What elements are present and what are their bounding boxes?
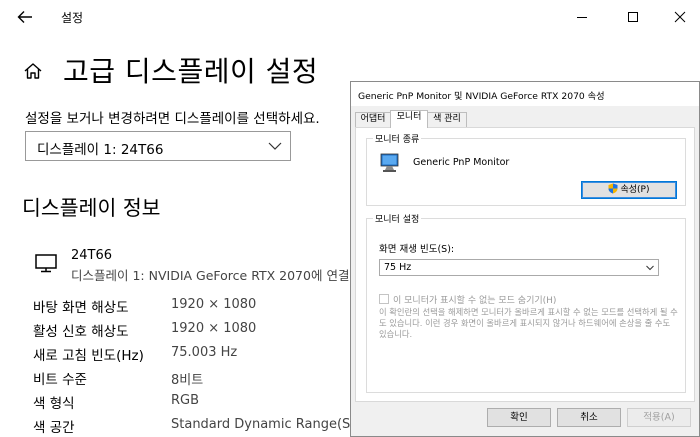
select-display-prompt: 설정을 보거나 변경하려면 디스플레이를 선택하세요. — [25, 111, 320, 127]
maximize-icon[interactable] — [622, 6, 644, 28]
hide-modes-checkbox[interactable] — [379, 294, 389, 304]
display-select-value: 디스플레이 1: 24T66 — [37, 142, 164, 158]
hide-modes-label: 이 모니터가 표시할 수 없는 모드 숨기기(H) — [393, 296, 557, 306]
ok-button[interactable]: 확인 — [487, 408, 551, 427]
cancel-button[interactable]: 취소 — [557, 408, 621, 427]
monitor-properties-dialog: Generic PnP Monitor 및 NVIDIA GeForce RTX… — [350, 81, 700, 437]
uac-shield-icon — [608, 183, 618, 194]
refresh-rate-select[interactable]: 75 Hz — [379, 259, 659, 276]
desktop-resolution-label: 바탕 화면 해상도 — [33, 300, 129, 316]
dialog-title: Generic PnP Monitor 및 NVIDIA GeForce RTX… — [358, 91, 605, 102]
back-arrow-icon[interactable] — [14, 6, 36, 28]
properties-button-label: 속성(P) — [620, 185, 650, 195]
pnp-monitor-icon — [380, 153, 399, 172]
display-select[interactable]: 디스플레이 1: 24T66 — [25, 131, 291, 161]
monitor-type-group-title: 모니터 종류 — [373, 132, 422, 145]
properties-button[interactable]: 속성(P) — [581, 181, 677, 199]
monitor-icon — [35, 254, 57, 273]
color-format-value: RGB — [171, 393, 200, 408]
refresh-rate-select-label: 화면 재생 빈도(S): — [379, 244, 455, 255]
color-space-value: Standard Dynamic Range(SDR) — [171, 417, 375, 432]
color-format-label: 색 형식 — [33, 396, 75, 412]
close-icon[interactable] — [669, 6, 691, 28]
dialog-title-bar: Generic PnP Monitor 및 NVIDIA GeForce RTX… — [351, 82, 699, 106]
refresh-rate-value: 75.003 Hz — [171, 345, 238, 360]
tab-adapter[interactable]: 어댑터 — [355, 112, 391, 127]
refresh-rate-label: 새로 고침 빈도(Hz) — [33, 348, 144, 364]
monitor-settings-group: 모니터 설정 화면 재생 빈도(S): 75 Hz 이 모니터가 표시할 수 없… — [366, 212, 686, 393]
display-info-heading: 디스플레이 정보 — [22, 196, 161, 220]
monitor-type-group: 모니터 종류 Generic PnP Monitor 속성(P) — [366, 132, 686, 206]
window-title: 설정 — [61, 11, 84, 25]
refresh-rate-select-value: 75 Hz — [384, 262, 412, 273]
bit-depth-value: 8비트 — [171, 373, 204, 388]
page-title: 고급 디스플레이 설정 — [63, 55, 319, 88]
chevron-down-icon — [646, 265, 654, 271]
monitor-settings-group-title: 모니터 설정 — [373, 212, 422, 225]
hide-modes-description: 이 확인란의 선택을 해제하면 모니터가 올바르게 표시할 수 없는 모드를 선… — [379, 307, 678, 339]
bit-depth-label: 비트 수준 — [33, 372, 87, 388]
monitor-tab-panel: 모니터 종류 Generic PnP Monitor 속성(P) 모니터 설정 … — [355, 127, 695, 402]
monitor-connection: 디스플레이 1: NVIDIA GeForce RTX 2070에 연결됨 — [71, 268, 361, 283]
apply-button[interactable]: 적용(A) — [627, 408, 691, 427]
desktop-resolution-value: 1920 × 1080 — [171, 297, 257, 312]
title-bar: 설정 — [0, 0, 700, 34]
active-signal-resolution-value: 1920 × 1080 — [171, 321, 257, 336]
color-space-label: 색 공간 — [33, 420, 75, 436]
chevron-down-icon — [268, 142, 282, 150]
active-signal-resolution-label: 활성 신호 해상도 — [33, 324, 129, 340]
tab-color-management[interactable]: 색 관리 — [427, 112, 467, 127]
monitor-type-name: Generic PnP Monitor — [413, 157, 510, 168]
monitor-name: 24T66 — [71, 248, 113, 263]
tab-monitor[interactable]: 모니터 — [390, 110, 428, 128]
minimize-icon[interactable] — [571, 6, 593, 28]
home-icon[interactable] — [22, 60, 44, 82]
